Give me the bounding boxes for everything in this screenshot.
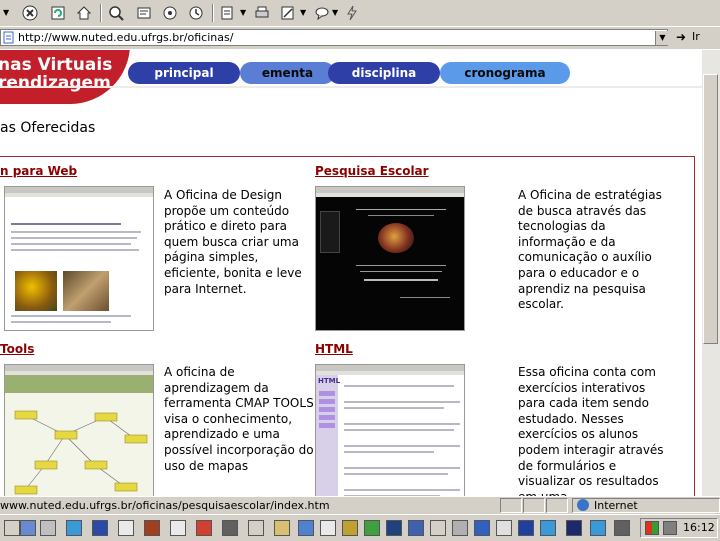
clock: 16:12 [683,521,715,534]
edit-icon[interactable] [278,3,298,23]
taskbar-app-icon[interactable] [248,520,264,536]
back-dropdown-icon[interactable]: ▼ [3,8,9,17]
taskbar-app-icon[interactable] [144,520,160,536]
address-bar: http://www.nuted.edu.ufrgs.br/oficinas/ … [0,27,720,49]
taskbar-app-icon[interactable] [320,520,336,536]
discuss-icon[interactable] [312,3,332,23]
browser-toolbar: ▼ ▼ ▼ ▼ [0,0,720,27]
taskbar-app-icon[interactable] [342,520,358,536]
home-icon[interactable] [74,3,94,23]
nav-ementa[interactable]: ementa [240,62,335,84]
address-text: http://www.nuted.edu.ufrgs.br/oficinas/ [18,31,234,44]
chevron-down-icon[interactable]: ▼ [655,31,669,45]
status-text: www.nuted.edu.ufrgs.br/oficinas/pesquisa… [0,499,330,512]
discuss-dropdown-icon[interactable]: ▼ [332,8,338,17]
print-icon[interactable] [252,3,272,23]
taskbar-app-icon[interactable] [540,520,556,536]
taskbar-app-icon[interactable] [566,520,582,536]
thumbnail-pesquisa-escolar[interactable] [315,186,465,331]
taskbar: 16:12 [0,514,720,541]
taskbar-app-icon[interactable] [40,520,56,536]
taskbar-app-icon[interactable] [196,520,212,536]
nav-disciplina[interactable]: disciplina [328,62,440,84]
card-desc-design-web: A Oficina de Design propõe um conteúdo p… [164,188,302,296]
taskbar-app-icon[interactable] [92,520,108,536]
logo-line-2: rendizagem [0,73,111,93]
card-title-pesquisa-escolar[interactable]: Pesquisa Escolar [315,164,429,178]
windows-flag-icon[interactable] [645,521,659,535]
taskbar-app-icon[interactable] [408,520,424,536]
taskbar-app-icon[interactable] [518,520,534,536]
card-desc-cmap-tools: A oficina de aprendizagem da ferramenta … [164,365,314,473]
taskbar-app-icon[interactable] [496,520,512,536]
go-arrow-icon[interactable]: ➜ [676,30,686,44]
taskbar-app-icon[interactable] [590,520,606,536]
section-title: as Oferecidas [0,120,96,136]
tray-icon[interactable] [663,521,677,535]
favorites-icon[interactable] [134,3,154,23]
mail-dropdown-icon[interactable]: ▼ [240,8,246,17]
page-viewport: nas Virtuais rendizagem principal ementa… [0,50,702,496]
taskbar-app-icon[interactable] [364,520,380,536]
taskbar-word-icon[interactable] [118,520,134,536]
thumbnail-cmap-tools[interactable] [4,364,154,496]
thumbnail-design-web[interactable] [4,186,154,331]
address-input[interactable]: http://www.nuted.edu.ufrgs.br/oficinas/ … [0,29,669,46]
taskbar-app-icon[interactable] [298,520,314,536]
edit-dropdown-icon[interactable]: ▼ [300,8,306,17]
nav-cronograma[interactable]: cronograma [440,62,570,84]
scrollbar-thumb[interactable] [703,74,718,344]
taskbar-app-icon[interactable] [170,520,186,536]
card-desc-pesquisa-escolar: A Oficina de estratégias de busca atravé… [518,188,662,312]
messenger-icon[interactable] [342,3,362,23]
thumbnail-html-label: HTML [318,377,341,385]
zone-text: Internet [594,499,638,512]
refresh-icon[interactable] [48,3,68,23]
site-header: nas Virtuais rendizagem principal ementa… [0,50,702,106]
thumbnail-html[interactable]: HTML [315,364,465,496]
card-title-cmap-tools[interactable]: Tools [0,342,34,356]
stop-icon[interactable] [20,3,40,23]
taskbar-app-icon[interactable] [274,520,290,536]
card-desc-html: Essa oficina conta com exercícios intera… [518,365,664,496]
media-icon[interactable] [160,3,180,23]
taskbar-app-icon[interactable] [222,520,238,536]
taskbar-app-icon[interactable] [386,520,402,536]
taskbar-app-icon[interactable] [20,520,36,536]
logo-line-1: nas Virtuais [0,55,113,75]
taskbar-app-icon[interactable] [66,520,82,536]
nav-principal[interactable]: principal [128,62,240,84]
card-title-html[interactable]: HTML [315,342,353,356]
status-bar: www.nuted.edu.ufrgs.br/oficinas/pesquisa… [0,496,720,515]
card-title-design-web[interactable]: n para Web [0,164,77,178]
taskbar-handle-icon[interactable] [4,520,20,536]
taskbar-app-icon[interactable] [474,520,490,536]
globe-icon [577,499,589,511]
taskbar-app-icon[interactable] [430,520,446,536]
taskbar-app-icon[interactable] [614,520,630,536]
history-icon[interactable] [186,3,206,23]
search-icon[interactable] [106,3,126,23]
mail-icon[interactable] [218,3,238,23]
page-icon [3,31,14,44]
go-button[interactable]: Ir [692,30,700,43]
vertical-scrollbar[interactable] [702,50,720,496]
taskbar-app-icon[interactable] [452,520,468,536]
